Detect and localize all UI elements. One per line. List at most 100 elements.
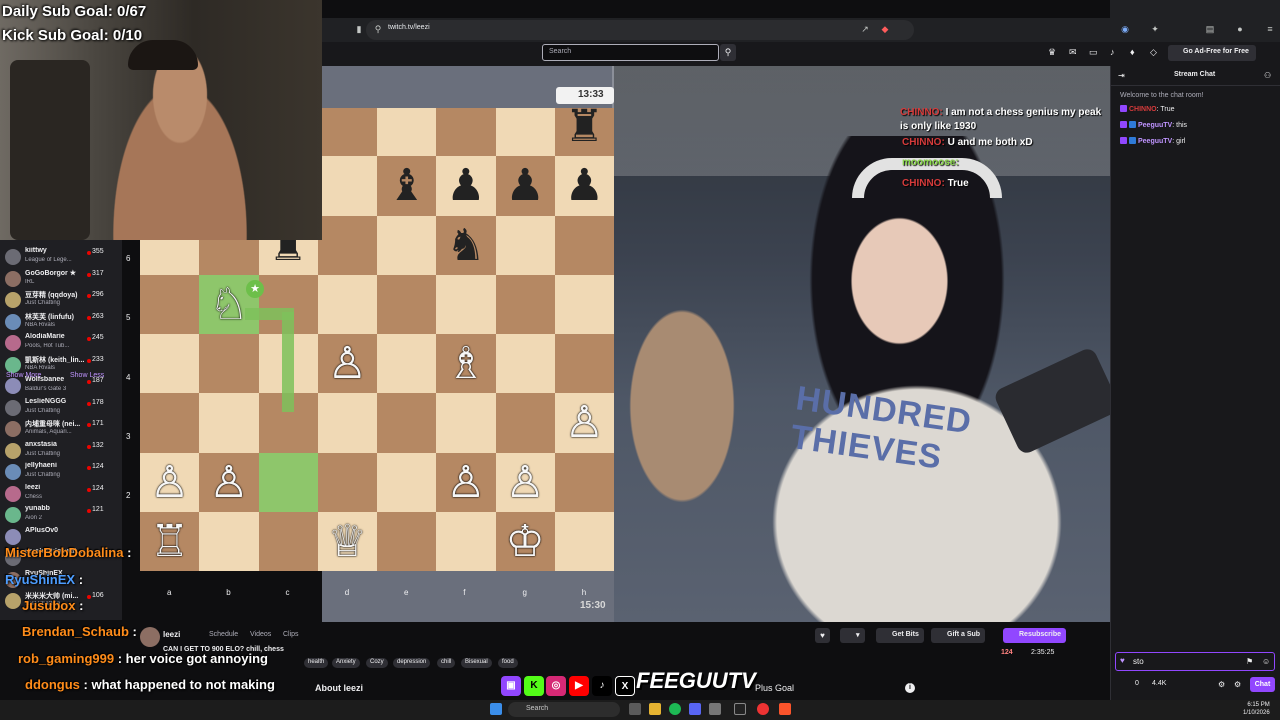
spotify-icon[interactable] [669,703,681,715]
white-pawn-icon[interactable]: ♙ [436,453,495,512]
tag[interactable]: Bisexual [461,658,492,668]
board-square[interactable] [377,334,437,394]
chat-send-button[interactable]: Chat [1250,677,1275,692]
channel-points[interactable]: 0 [1135,680,1139,687]
chat-user[interactable]: CHINNO [1129,106,1157,113]
tag[interactable]: Cozy [366,658,388,668]
board-square[interactable] [317,156,377,216]
sidebar-icon[interactable]: ▤ [1205,24,1215,34]
black-pawn-icon[interactable]: ♟ [496,156,555,215]
board-square[interactable] [377,108,437,157]
board-square[interactable] [377,274,437,334]
notifications-bell-button[interactable]: ▾ [840,628,865,643]
sidebar-channel[interactable]: GoGoBorgor ★ IRL 317 [0,268,122,290]
board-square[interactable] [436,393,496,453]
board-square[interactable] [554,274,614,334]
site-info-icon[interactable]: ⚲ [373,24,383,34]
bookmark-icon[interactable]: ▮ [354,24,364,34]
board-square[interactable] [199,393,259,453]
settings-icon[interactable]: ⚙ [1218,680,1225,689]
sidebar-channel[interactable]: jellyhaeni Just Chatting 124 [0,461,122,483]
extension-icon[interactable]: ◉ [1120,24,1130,34]
board-square[interactable] [495,215,555,275]
prime-icon[interactable]: ♛ [1048,47,1056,58]
notifications-icon[interactable]: ♪ [1110,47,1115,57]
chat-user[interactable]: PeeguuTV [1138,122,1172,129]
black-pawn-icon[interactable]: ♟ [555,156,614,215]
address-bar[interactable] [366,20,914,40]
crown-icon[interactable]: ◇ [1150,47,1157,58]
white-bishop-icon[interactable]: ♗ [436,334,495,393]
sidebar-channel[interactable]: kiittwy League of Lege... 355 [0,246,122,268]
board-square[interactable] [495,274,555,334]
board-square[interactable] [317,108,377,157]
whispers-icon[interactable]: ▭ [1089,47,1098,58]
white-pawn-icon[interactable]: ♙ [140,453,199,512]
board-square[interactable] [495,334,555,394]
chrome-icon[interactable] [757,703,769,715]
board-square[interactable] [317,215,377,275]
board-square[interactable] [554,511,614,571]
white-pawn-icon[interactable]: ♙ [555,393,614,452]
sidebar-channel[interactable]: AlodiaMarie Pools, Hot Tub... 245 [0,332,122,354]
bits-balance[interactable]: 4.4K [1152,680,1166,687]
board-square[interactable] [377,215,437,275]
menu-icon[interactable]: ≡ [1265,24,1275,34]
show-less-link[interactable]: Show Less [70,372,104,379]
resubscribe-button[interactable]: Resubscribe [1003,628,1067,643]
board-square[interactable] [495,108,555,157]
board-square[interactable] [377,511,437,571]
emote-icon[interactable]: ☺ [1262,657,1270,666]
board-square[interactable] [317,274,377,334]
gear-icon[interactable]: ⚙ [1234,680,1241,689]
windows-start-icon[interactable] [490,703,502,715]
board-square[interactable] [436,511,496,571]
board-square[interactable] [140,274,200,334]
board-square[interactable] [140,393,200,453]
show-more-link[interactable]: Show More [6,372,41,379]
board-square[interactable] [199,511,259,571]
heart-icon[interactable]: ♥ [1120,656,1125,665]
chat-user[interactable]: PeeguuTV [1138,138,1172,145]
white-queen-icon[interactable]: ♕ [318,512,377,571]
sidebar-channel[interactable]: 豆芽精 (qqdoya) Just Chatting 296 [0,289,122,311]
board-square[interactable] [554,215,614,275]
sidebar-channel[interactable]: leezi Chess 124 [0,483,122,505]
steam-icon[interactable] [709,703,721,715]
tag[interactable]: chill [437,658,456,668]
board-square[interactable] [317,452,377,512]
board-square[interactable] [258,452,318,512]
white-pawn-icon[interactable]: ♙ [496,453,555,512]
obs-icon[interactable] [734,703,746,715]
url-text[interactable]: twitch.tv/leezi [388,24,430,31]
brave-icon[interactable] [779,703,791,715]
tag[interactable]: depression [393,658,431,668]
black-rook-icon[interactable]: ♜ [555,108,614,156]
tab-clips[interactable]: Clips [283,631,299,638]
sidebar-channel[interactable]: LeslieNGGG Just Chatting 178 [0,397,122,419]
black-pawn-icon[interactable]: ♟ [436,156,495,215]
sidebar-channel[interactable]: anxstasia Just Chatting 132 [0,440,122,462]
taskbar-search[interactable]: Search [508,702,620,717]
white-pawn-icon[interactable]: ♙ [318,334,377,393]
search-icon[interactable]: ⚲ [720,44,736,61]
board-square[interactable] [140,334,200,394]
white-king-icon[interactable]: ♔ [496,512,555,571]
board-square[interactable] [258,511,318,571]
board-square[interactable] [317,393,377,453]
board-square[interactable] [436,274,496,334]
puzzle-icon[interactable]: ✦ [1150,24,1160,34]
task-view-icon[interactable] [629,703,641,715]
file-explorer-icon[interactable] [649,703,661,715]
go-ad-free-button[interactable]: Go Ad-Free for Free [1168,45,1256,61]
sidebar-channel[interactable]: 内埔重母咪 (nei... Animals, Aquari... 171 [0,418,122,440]
board-square[interactable] [377,452,437,512]
profile-icon[interactable]: ● [1235,24,1245,34]
bits-icon[interactable]: ⚑ [1246,657,1253,666]
follow-heart-icon[interactable]: ♥ [815,628,830,643]
tag[interactable]: Anxiety [332,658,360,668]
board-square[interactable] [436,108,496,157]
channel-avatar[interactable] [140,627,160,647]
white-rook-icon[interactable]: ♖ [140,512,199,571]
sidebar-channel[interactable]: 林芙芙 (linfufu) NBA Rivals 263 [0,311,122,333]
